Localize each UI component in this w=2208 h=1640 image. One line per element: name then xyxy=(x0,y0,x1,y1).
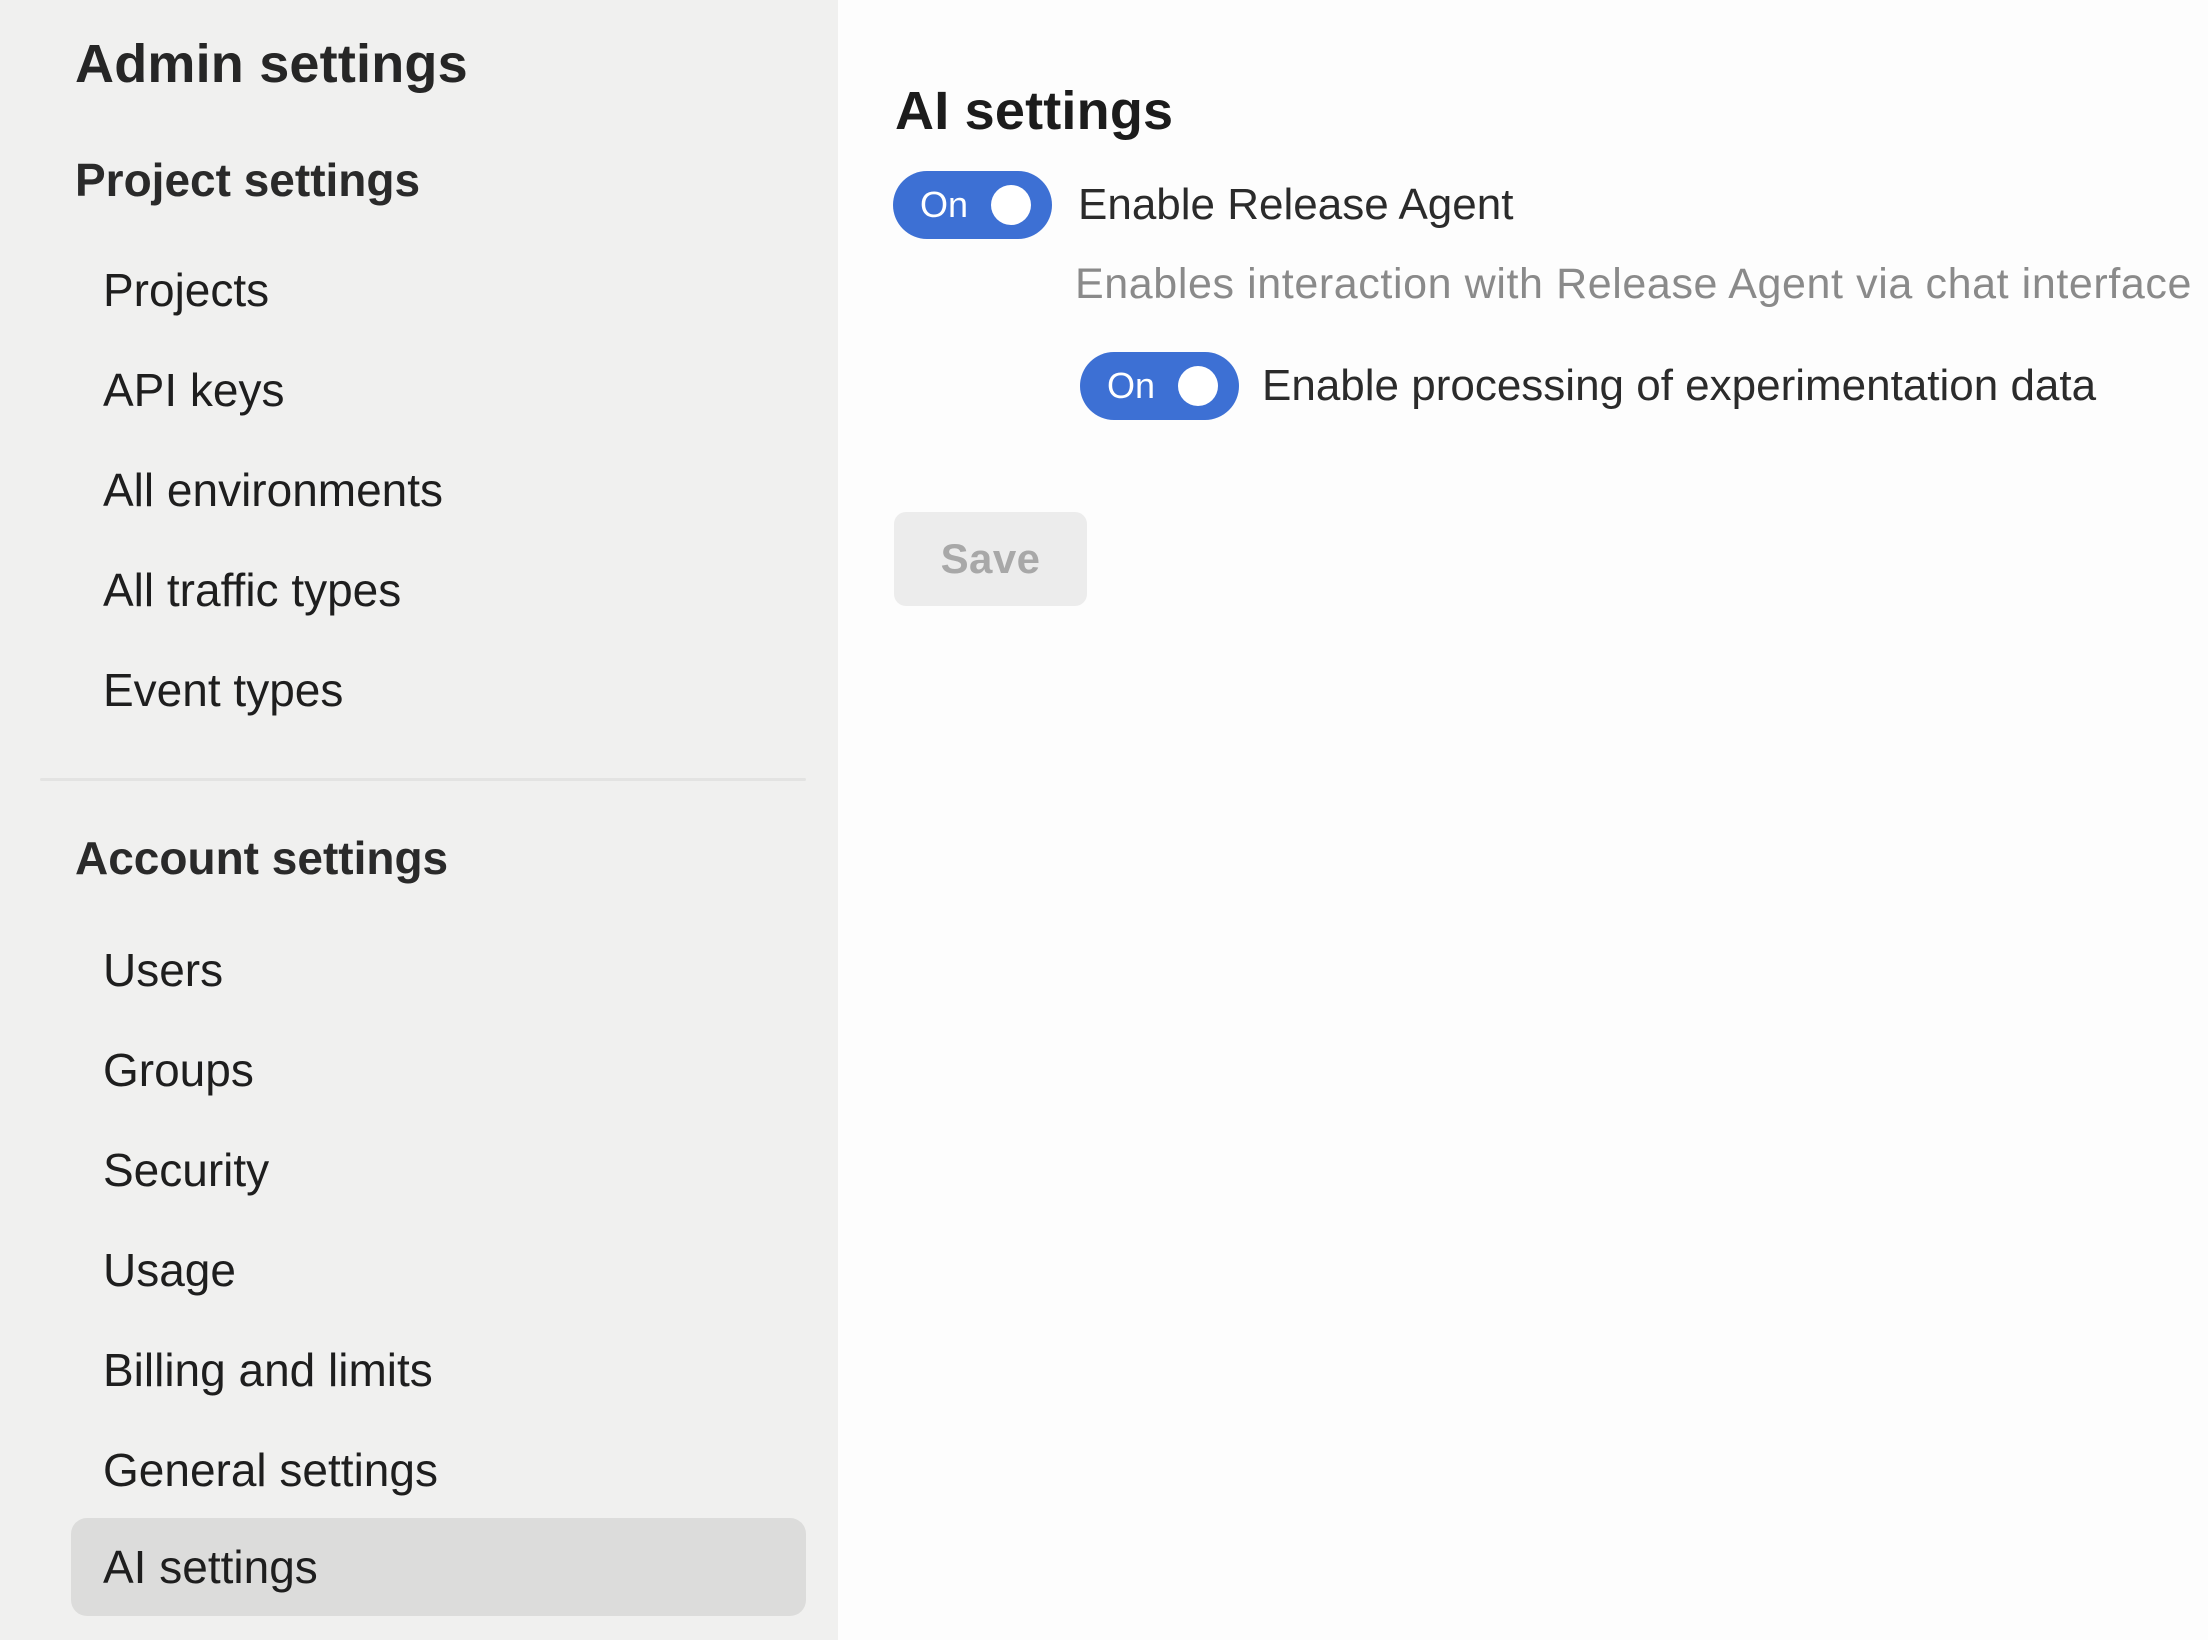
page-title: AI settings xyxy=(895,81,1173,141)
sidebar-item-groups[interactable]: Groups xyxy=(103,1042,254,1098)
toggle-state-label: On xyxy=(1107,352,1155,420)
toggle-knob xyxy=(1178,366,1218,406)
sidebar-item-all-environments[interactable]: All environments xyxy=(103,462,443,518)
sidebar-item-security[interactable]: Security xyxy=(103,1142,269,1198)
enable-experimentation-data-label: Enable processing of experimentation dat… xyxy=(1262,359,2096,413)
sidebar-item-general-settings[interactable]: General settings xyxy=(103,1442,438,1498)
settings-sidebar: Admin settings Project settings Projects… xyxy=(0,0,838,1640)
section-header-account-settings: Account settings xyxy=(75,830,448,886)
sidebar-item-usage[interactable]: Usage xyxy=(103,1242,236,1298)
toggle-knob xyxy=(991,185,1031,225)
sidebar-item-all-traffic-types[interactable]: All traffic types xyxy=(103,562,401,618)
save-button[interactable]: Save xyxy=(894,512,1087,606)
release-agent-description: Enables interaction with Release Agent v… xyxy=(1075,258,2192,310)
sidebar-item-ai-settings[interactable]: AI settings xyxy=(71,1518,806,1616)
sidebar-section-divider xyxy=(40,778,806,781)
sidebar-item-users[interactable]: Users xyxy=(103,942,223,998)
enable-experimentation-data-toggle[interactable]: On xyxy=(1080,352,1239,420)
ai-settings-panel: AI settings On Enable Release Agent Enab… xyxy=(838,0,2208,1640)
section-header-project-settings: Project settings xyxy=(75,152,420,208)
sidebar-item-ai-settings-label: AI settings xyxy=(103,1518,318,1616)
sidebar-item-projects[interactable]: Projects xyxy=(103,262,269,318)
admin-settings-page: Admin settings Project settings Projects… xyxy=(0,0,2208,1640)
sidebar-item-event-types[interactable]: Event types xyxy=(103,662,343,718)
enable-release-agent-label: Enable Release Agent xyxy=(1078,178,1513,232)
enable-release-agent-toggle[interactable]: On xyxy=(893,171,1052,239)
toggle-state-label: On xyxy=(920,171,968,239)
sidebar-item-api-keys[interactable]: API keys xyxy=(103,362,285,418)
sidebar-item-billing-and-limits[interactable]: Billing and limits xyxy=(103,1342,433,1398)
sidebar-title: Admin settings xyxy=(75,32,468,96)
